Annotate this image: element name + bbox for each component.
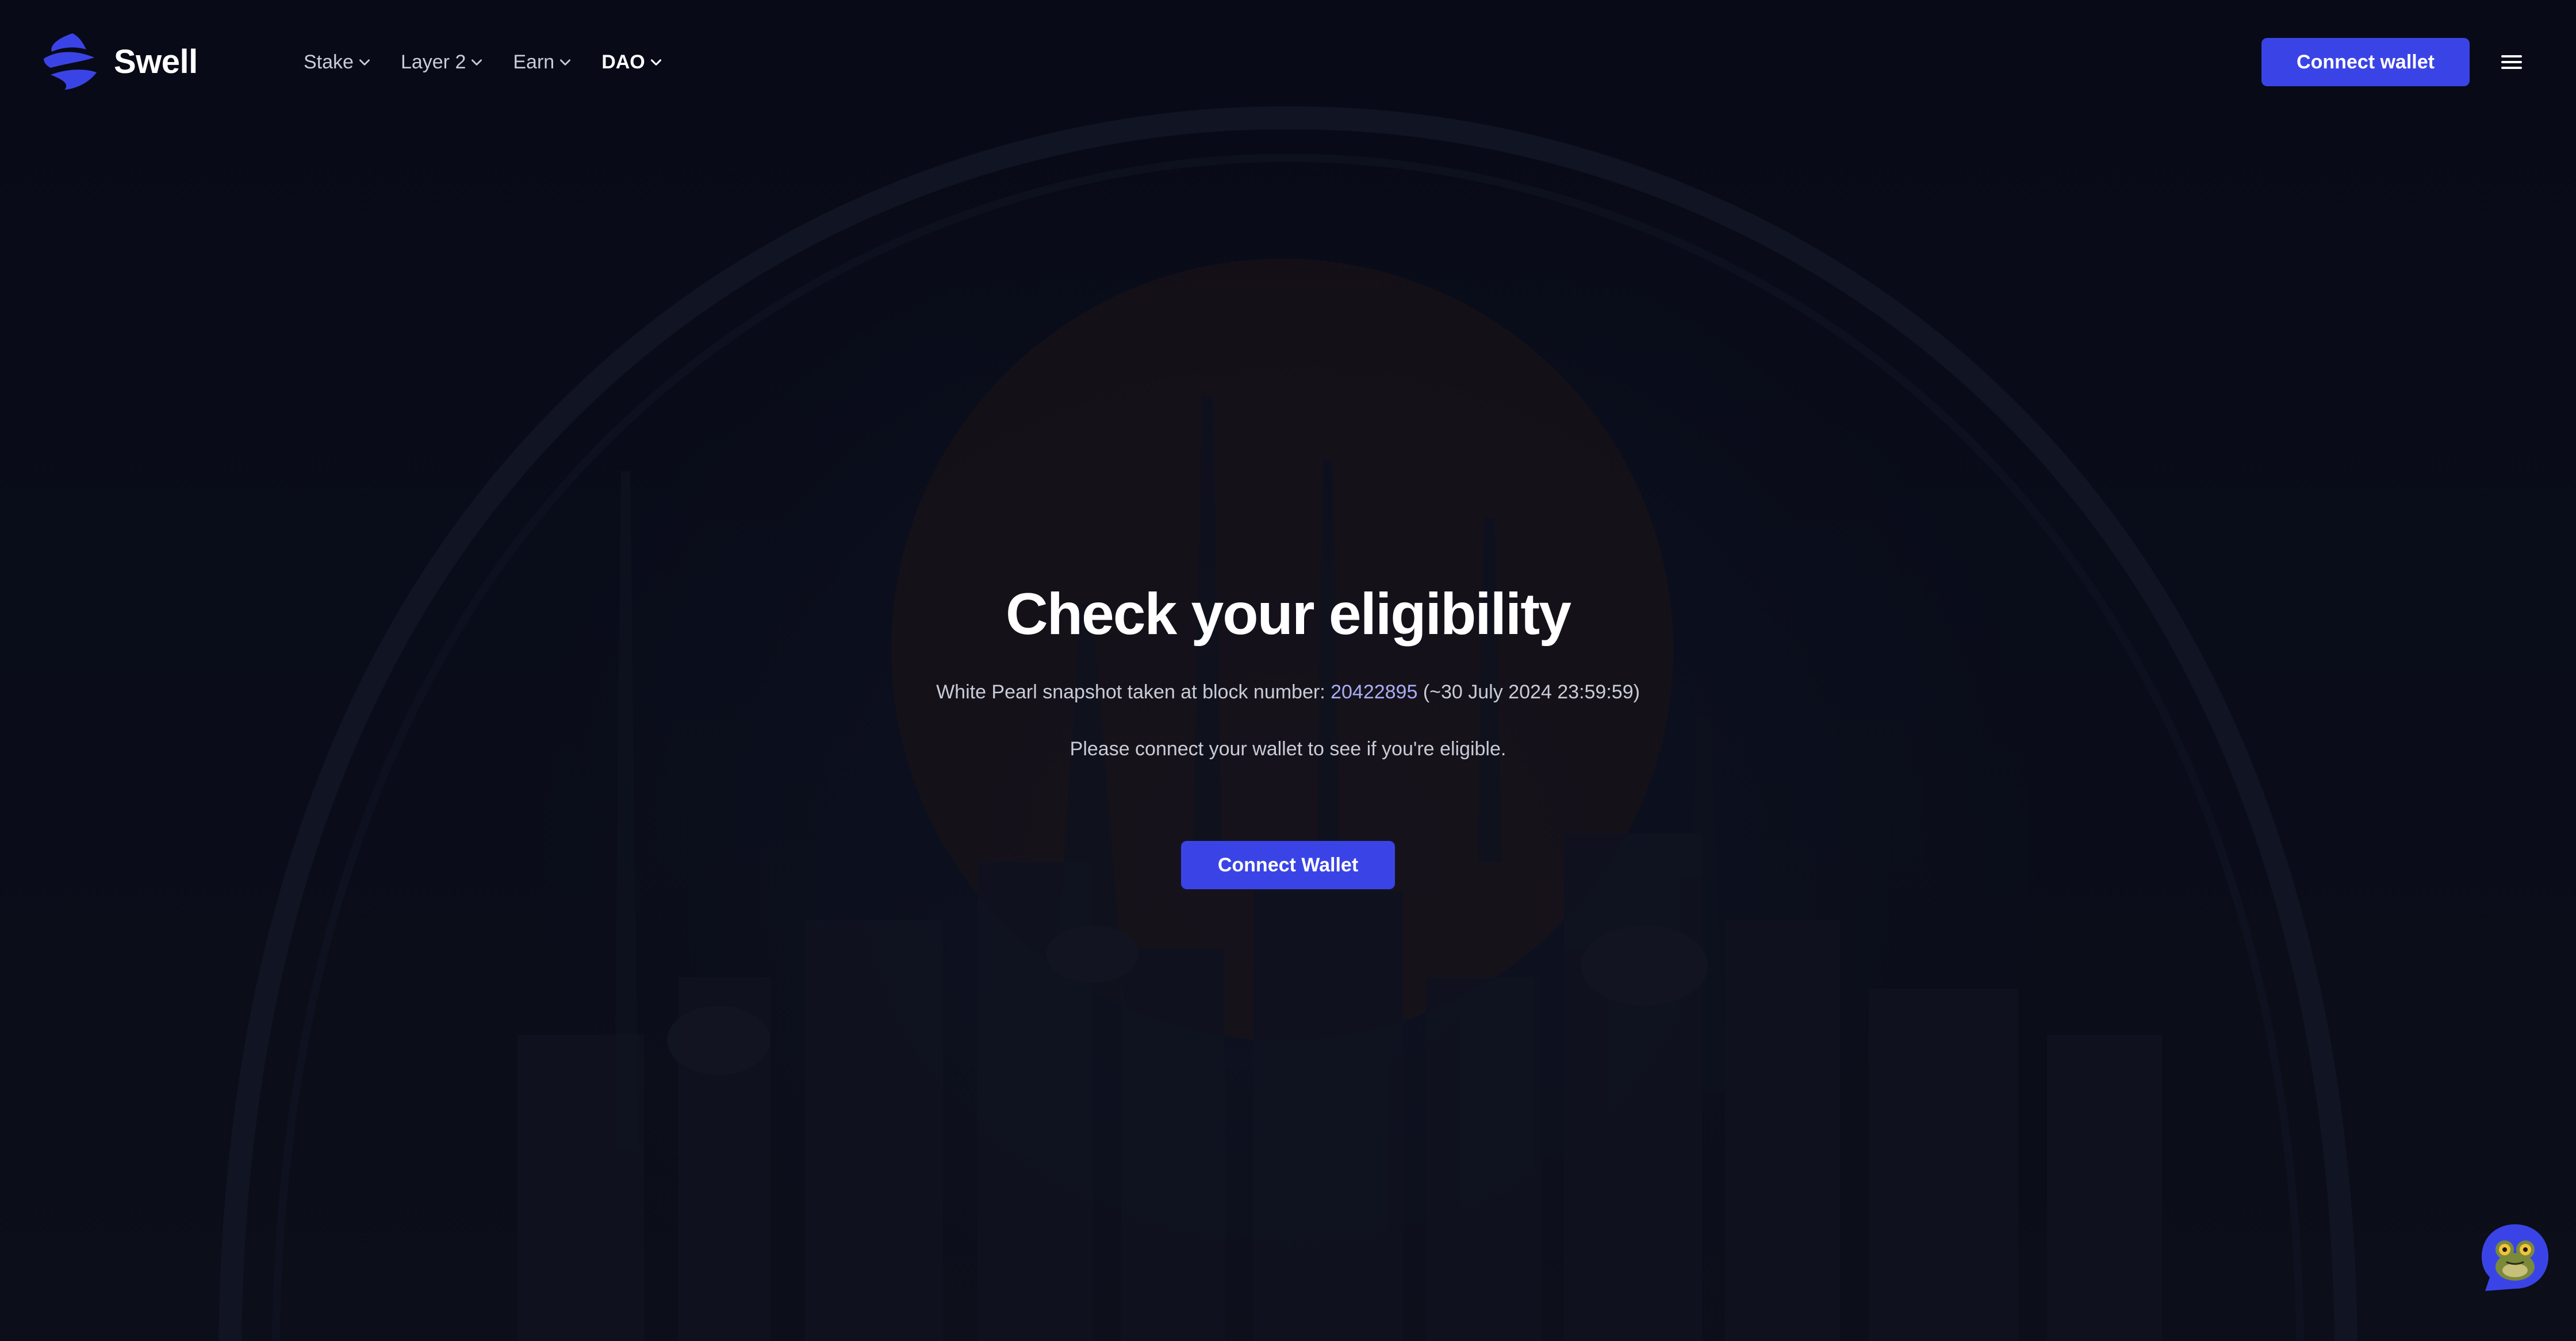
snapshot-suffix: (~30 July 2024 23:59:59) <box>1417 681 1640 703</box>
block-number-link[interactable]: 20422895 <box>1331 681 1417 703</box>
page: Swell Stake Layer 2 Earn DAO Connect wal… <box>0 0 2576 1341</box>
snapshot-info: White Pearl snapshot taken at block numb… <box>0 681 2576 704</box>
page-title: Check your eligibility <box>1006 581 1571 647</box>
connect-wallet-button[interactable]: Connect Wallet <box>1181 841 1395 889</box>
connect-hint-text: Please connect your wallet to see if you… <box>1070 738 1506 760</box>
frog-chat-icon[interactable] <box>2479 1222 2551 1293</box>
eligibility-section: Check your eligibility White Pearl snaps… <box>0 0 2576 1341</box>
snapshot-prefix: White Pearl snapshot taken at block numb… <box>936 681 1331 703</box>
